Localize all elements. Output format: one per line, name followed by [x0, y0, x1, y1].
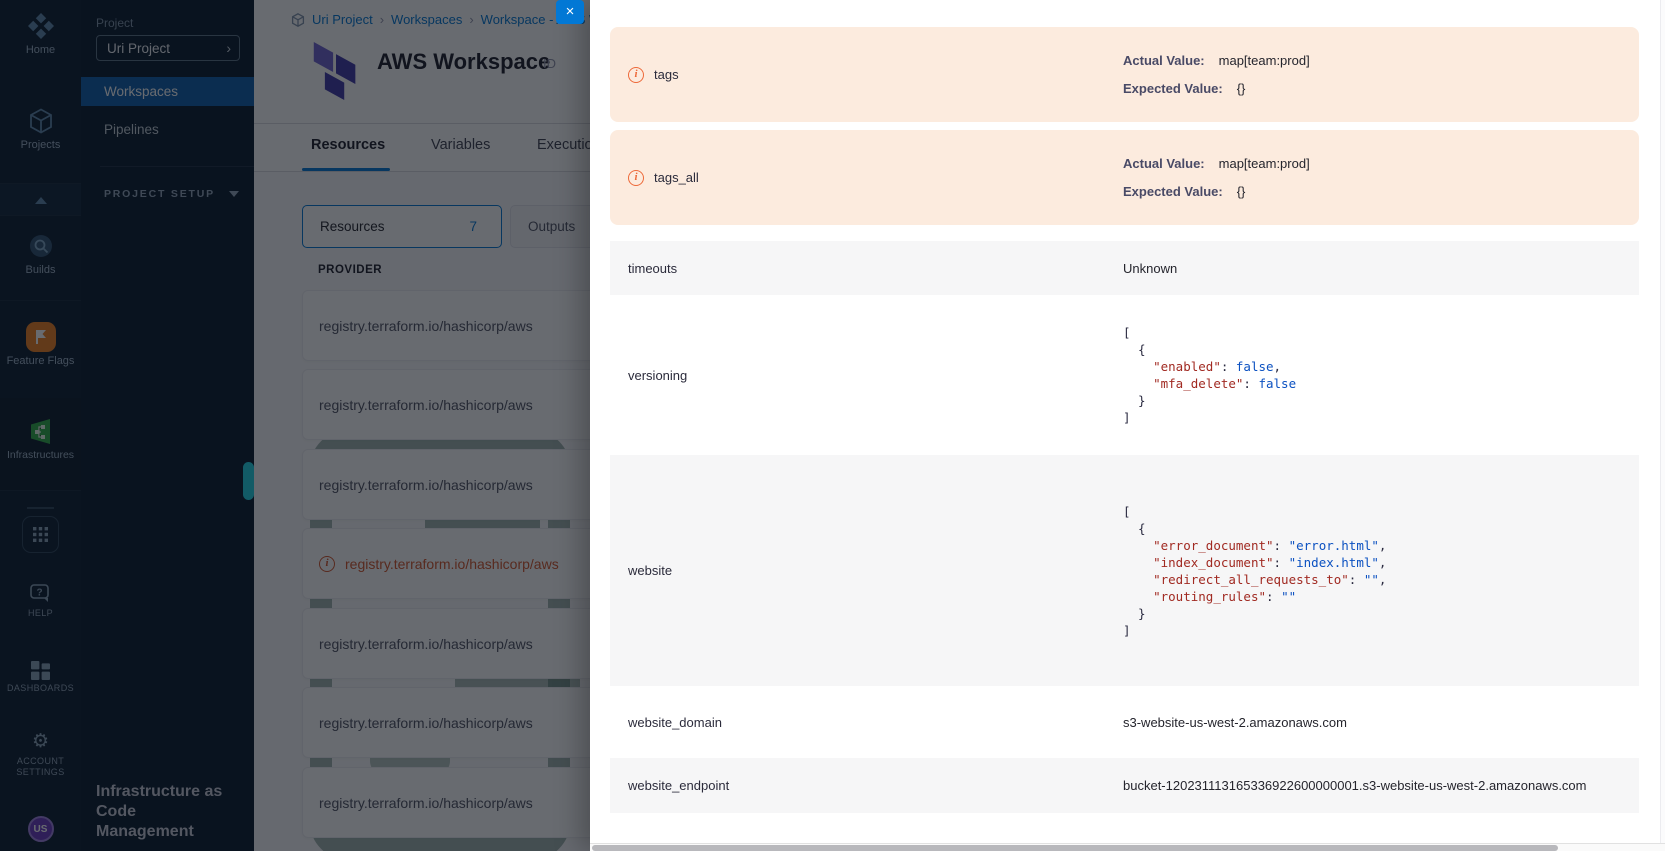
actual-value: map[team:prod]: [1219, 156, 1310, 171]
expected-value: {}: [1237, 81, 1246, 96]
attribute-row-tags: tags Actual Value: map[team:prod] Expecte…: [610, 27, 1639, 122]
close-icon: ×: [566, 3, 575, 20]
close-button[interactable]: ×: [556, 0, 584, 24]
expected-value: {}: [1237, 184, 1246, 199]
actual-value: map[team:prod]: [1219, 53, 1310, 68]
attribute-name: website_domain: [628, 715, 722, 730]
horizontal-scrollbar: [590, 843, 1665, 851]
attribute-row-versioning: versioning [ { "enabled": false, "mfa_de…: [610, 295, 1639, 455]
drift-values: Actual Value: map[team:prod] Expected Val…: [1123, 156, 1310, 199]
actual-value-label: Actual Value:: [1123, 156, 1205, 171]
drift-values: Actual Value: map[team:prod] Expected Val…: [1123, 53, 1310, 96]
horizontal-scrollbar-thumb[interactable]: [592, 845, 1558, 851]
resource-detail-drawer: tags Actual Value: map[team:prod] Expecte…: [590, 0, 1665, 851]
attribute-row-website-domain: website_domain s3-website-us-west-2.amaz…: [610, 686, 1639, 758]
vertical-scrollbar[interactable]: [1660, 0, 1665, 843]
attribute-value: Unknown: [1123, 261, 1177, 276]
json-code-block: [ { "error_document": "error.html", "ind…: [1123, 503, 1386, 639]
app-root: Home Projects Builds Feature Flags: [0, 0, 1665, 851]
attribute-name: tags: [654, 67, 679, 82]
expected-value-label: Expected Value:: [1123, 81, 1223, 96]
attribute-row-tags-all: tags_all Actual Value: map[team:prod] Exp…: [610, 130, 1639, 225]
drift-info-icon: [628, 170, 644, 186]
attribute-row-website: website [ { "error_document": "error.htm…: [610, 455, 1639, 686]
attribute-row-timeouts: timeouts Unknown: [610, 241, 1639, 295]
attribute-value: bucket-120231113165336922600000001.s3-we…: [1123, 778, 1587, 793]
attribute-value: s3-website-us-west-2.amazonaws.com: [1123, 715, 1347, 730]
drift-info-icon: [628, 67, 644, 83]
attribute-name: tags_all: [654, 170, 699, 185]
actual-value-label: Actual Value:: [1123, 53, 1205, 68]
attribute-name: website: [628, 563, 672, 578]
attribute-name: timeouts: [628, 261, 677, 276]
expected-value-label: Expected Value:: [1123, 184, 1223, 199]
attribute-row-website-endpoint: website_endpoint bucket-1202311131653369…: [610, 758, 1639, 813]
json-code-block: [ { "enabled": false, "mfa_delete": fals…: [1123, 324, 1296, 426]
attribute-name: website_endpoint: [628, 778, 729, 793]
attribute-name: versioning: [628, 368, 687, 383]
